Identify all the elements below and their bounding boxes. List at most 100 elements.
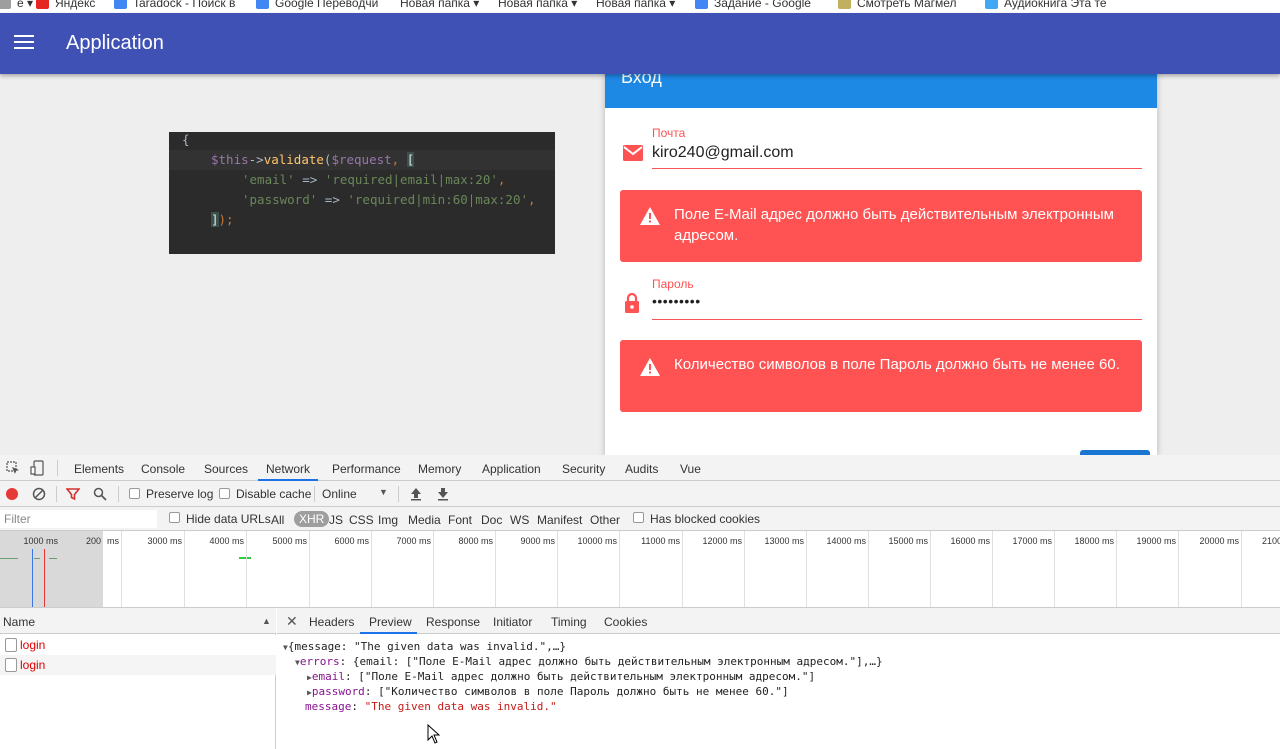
request-name[interactable]: login xyxy=(20,658,45,672)
disable-cache-checkbox[interactable] xyxy=(219,488,230,499)
timeline-tick-label: 5000 ms xyxy=(272,536,307,546)
load-marker xyxy=(44,549,45,607)
bookmark-item[interactable]: Новая папка ▾ xyxy=(498,0,577,12)
search-icon[interactable] xyxy=(93,487,107,501)
tab-vue[interactable]: Vue xyxy=(680,462,701,476)
filter-input[interactable] xyxy=(0,510,157,528)
filter-type-xhr[interactable]: XHR xyxy=(294,511,330,527)
request-row[interactable]: login xyxy=(0,635,276,655)
sort-ascending-icon[interactable]: ▲ xyxy=(262,616,271,626)
bookmark-item[interactable]: Новая папка ▾ xyxy=(400,0,479,12)
filter-type-all[interactable]: All xyxy=(271,513,284,527)
mail-icon xyxy=(623,145,643,161)
filter-type-css[interactable]: CSS xyxy=(349,513,374,527)
filter-type-ws[interactable]: WS xyxy=(510,513,529,527)
code-line-5: ]); xyxy=(211,212,234,227)
tab-elements[interactable]: Elements xyxy=(74,462,124,476)
bookmark-item[interactable]: Google Переводчи xyxy=(256,0,378,12)
email-error-text: Поле E-Mail адрес должно быть действител… xyxy=(674,206,1114,244)
app-title: Application xyxy=(66,32,164,54)
tab-application[interactable]: Application xyxy=(482,462,541,476)
bookmark-label: Новая папка ▾ xyxy=(498,0,578,10)
detail-tab-headers[interactable]: Headers xyxy=(309,615,354,629)
filter-type-manifest[interactable]: Manifest xyxy=(537,513,582,527)
bookmark-item[interactable]: е ▾ xyxy=(0,0,33,12)
bookmark-item[interactable]: Задание - Google xyxy=(695,0,811,12)
tab-performance[interactable]: Performance xyxy=(332,462,401,476)
bookmark-label: Яндекс xyxy=(55,0,96,10)
password-field[interactable]: ••••••••• xyxy=(652,293,701,309)
blocked-cookies-checkbox[interactable] xyxy=(633,512,644,523)
close-icon[interactable]: ✕ xyxy=(286,613,298,630)
bookmark-label: Taradock - Поиск в xyxy=(133,0,236,10)
chevron-down-icon[interactable]: ▼ xyxy=(379,487,388,497)
detail-tab-timing[interactable]: Timing xyxy=(551,615,587,629)
lock-icon xyxy=(625,292,639,313)
devtools-tabbar: Elements Console Sources Network Performance… xyxy=(0,455,1280,481)
bookmark-item[interactable]: Смотреть Магмел xyxy=(838,0,957,12)
timeline-tick-label: 10000 ms xyxy=(577,536,617,546)
preserve-log-checkbox[interactable] xyxy=(129,488,140,499)
export-har-icon[interactable] xyxy=(437,487,449,501)
tab-network[interactable]: Network xyxy=(266,462,310,476)
clear-icon[interactable] xyxy=(32,487,46,501)
preserve-log-label: Preserve log xyxy=(146,487,214,501)
filter-type-js[interactable]: JS xyxy=(329,513,343,527)
bookmark-item[interactable]: Аудиокнига Эта те xyxy=(985,0,1107,12)
bookmark-item[interactable]: Taradock - Поиск в xyxy=(114,0,235,12)
record-icon[interactable] xyxy=(6,488,18,500)
name-column-header[interactable]: Name xyxy=(3,615,35,629)
detail-tab-initiator[interactable]: Initiator xyxy=(493,615,532,629)
json-root[interactable]: ▼{message: "The given data was invalid."… xyxy=(283,640,566,653)
json-email[interactable]: ▶email: ["Поле E-Mail адрес должно быть … xyxy=(307,670,815,683)
request-list-header: Name ▲ xyxy=(0,608,276,634)
filter-type-doc[interactable]: Doc xyxy=(481,513,502,527)
warning-icon xyxy=(640,358,660,376)
detail-tab-cookies[interactable]: Cookies xyxy=(604,615,647,629)
email-field[interactable]: kiro240@gmail.com xyxy=(652,144,794,162)
code-line-4: 'password' => 'required|min:60|max:20', xyxy=(242,192,536,207)
detail-tab-response[interactable]: Response xyxy=(426,615,480,629)
json-password[interactable]: ▶password: ["Количество символов в поле … xyxy=(307,685,789,698)
network-timeline[interactable]: 1000 ms 200 ms 3000 ms 4000 ms 5000 ms 6000 ms… xyxy=(0,531,1280,608)
tab-sources[interactable]: Sources xyxy=(204,462,248,476)
timeline-tick-label: 9000 ms xyxy=(520,536,555,546)
request-row[interactable]: login xyxy=(0,655,276,675)
devtools-panel: Elements Console Sources Network Performance… xyxy=(0,455,1280,749)
bookmark-item[interactable]: Новая папка ▾ xyxy=(596,0,675,12)
device-toolbar-icon[interactable] xyxy=(30,460,46,476)
filter-type-media[interactable]: Media xyxy=(408,513,441,527)
tab-console[interactable]: Console xyxy=(141,462,185,476)
json-errors[interactable]: ▼errors: {email: ["Поле E-Mail адрес дол… xyxy=(295,655,883,668)
filter-icon[interactable] xyxy=(66,487,80,501)
login-card: Вход Почта kiro240@gmail.com Поле E-Mail… xyxy=(605,60,1157,455)
bookmark-label: Смотреть Магмел xyxy=(857,0,957,10)
tab-security[interactable]: Security xyxy=(562,462,605,476)
warning-icon xyxy=(640,207,660,225)
timeline-tick-label: 13000 ms xyxy=(764,536,804,546)
request-waterfall-bar xyxy=(239,557,251,559)
timeline-tick-label: 7000 ms xyxy=(396,536,431,546)
filter-type-font[interactable]: Font xyxy=(448,513,472,527)
tab-memory[interactable]: Memory xyxy=(418,462,461,476)
translate-icon xyxy=(256,0,269,9)
hide-data-urls-label: Hide data URLs xyxy=(186,512,271,526)
hide-data-urls-checkbox[interactable] xyxy=(169,512,180,523)
site-icon xyxy=(838,0,851,9)
import-har-icon[interactable] xyxy=(410,487,422,501)
inspect-element-icon[interactable] xyxy=(6,461,20,475)
throttle-select[interactable]: Online xyxy=(322,487,357,501)
blocked-cookies-label: Has blocked cookies xyxy=(650,512,761,526)
filter-type-img[interactable]: Img xyxy=(378,513,398,527)
email-error-alert: Поле E-Mail адрес должно быть действител… xyxy=(620,190,1142,262)
bookmark-item[interactable]: Яндекс xyxy=(36,0,95,12)
code-line-1: { xyxy=(182,132,190,147)
bookmark-label: Аудиокнига Эта те xyxy=(1004,0,1107,10)
tab-audits[interactable]: Audits xyxy=(625,462,658,476)
detail-tab-preview[interactable]: Preview xyxy=(369,615,412,629)
bookmark-label: Задание - Google xyxy=(714,0,811,10)
filter-type-other[interactable]: Other xyxy=(590,513,620,527)
request-name[interactable]: login xyxy=(20,638,45,652)
code-line-2: $this->validate($request, [ xyxy=(211,152,415,167)
menu-icon[interactable] xyxy=(14,35,34,51)
